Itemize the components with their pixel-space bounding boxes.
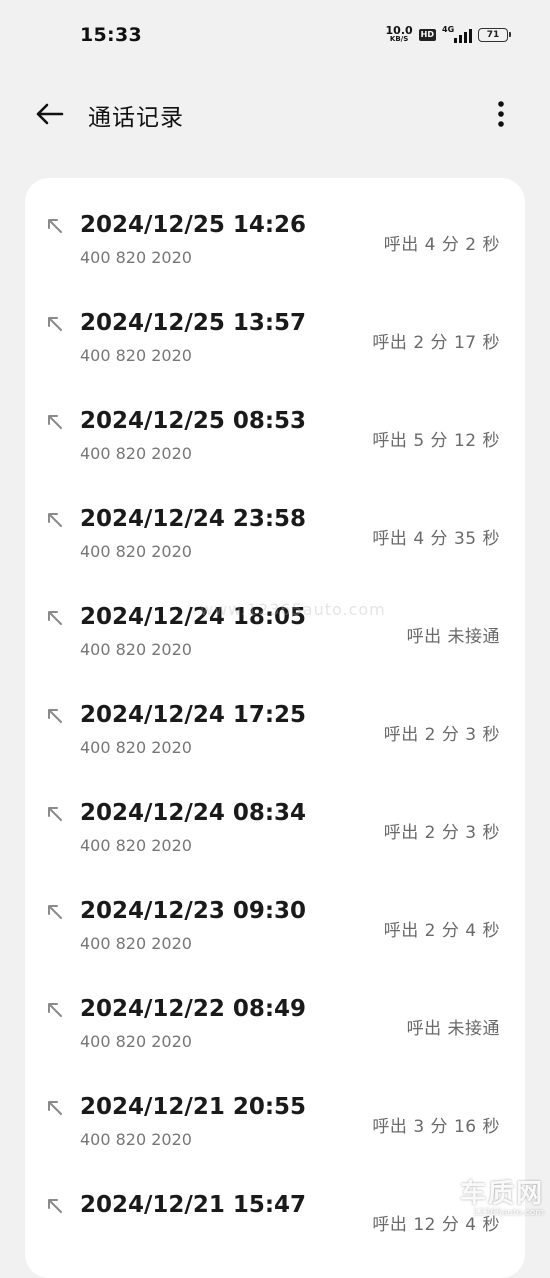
outgoing-call-icon <box>48 1003 62 1017</box>
status-time: 15:33 <box>80 24 142 46</box>
outgoing-call-icon <box>48 709 62 723</box>
call-log-list: 2024/12/25 14:26 400 820 2020 呼出 4 分 2 秒… <box>25 178 525 1278</box>
network-type: 4G <box>442 25 455 34</box>
call-status: 呼出 2 分 3 秒 <box>383 725 500 745</box>
app-header: 通话记录 <box>0 80 550 148</box>
call-status: 呼出 2 分 4 秒 <box>383 921 500 941</box>
call-log-item[interactable]: 2024/12/24 17:25 400 820 2020 呼出 2 分 3 秒 <box>25 668 525 766</box>
call-datetime: 2024/12/22 08:49 <box>80 996 307 1022</box>
call-number: 400 820 2020 <box>80 444 192 463</box>
call-status: 呼出 5 分 12 秒 <box>372 431 500 451</box>
call-status: 呼出 12 分 4 秒 <box>372 1215 500 1235</box>
status-icons: 10.0 KB/S HD 4G 71 <box>385 24 511 44</box>
call-datetime: 2024/12/25 13:57 <box>80 310 307 336</box>
call-status: 呼出 2 分 17 秒 <box>372 333 500 353</box>
call-number: 400 820 2020 <box>80 738 192 757</box>
outgoing-call-icon <box>48 513 62 527</box>
call-log-item[interactable]: 2024/12/25 08:53 400 820 2020 呼出 5 分 12 … <box>25 374 525 472</box>
call-status: 呼出 未接通 <box>406 1019 500 1039</box>
call-number: 400 820 2020 <box>80 248 192 267</box>
outgoing-call-icon <box>48 1199 62 1213</box>
call-log-item[interactable]: 2024/12/25 13:57 400 820 2020 呼出 2 分 17 … <box>25 276 525 374</box>
call-number: 400 820 2020 <box>80 934 192 953</box>
call-number: 400 820 2020 <box>80 346 192 365</box>
network-speed: 10.0 KB/S <box>385 24 413 44</box>
outgoing-call-icon <box>48 415 62 429</box>
outgoing-call-icon <box>48 611 62 625</box>
call-log-item[interactable]: 2024/12/22 08:49 400 820 2020 呼出 未接通 <box>25 962 525 1060</box>
call-status: 呼出 未接通 <box>406 627 500 647</box>
call-log-item[interactable]: 2024/12/24 08:34 400 820 2020 呼出 2 分 3 秒 <box>25 766 525 864</box>
call-datetime: 2024/12/21 20:55 <box>80 1094 307 1120</box>
hd-icon: HD <box>418 29 436 41</box>
call-number: 400 820 2020 <box>80 1032 192 1051</box>
call-datetime: 2024/12/25 14:26 <box>80 212 307 238</box>
call-datetime: 2024/12/25 08:53 <box>80 408 307 434</box>
more-button[interactable] <box>486 96 516 132</box>
battery-level: 71 <box>486 30 500 40</box>
call-log-item[interactable]: 2024/12/24 23:58 400 820 2020 呼出 4 分 35 … <box>25 472 525 570</box>
back-button[interactable] <box>30 96 68 132</box>
outgoing-call-icon <box>48 1101 62 1115</box>
call-status: 呼出 3 分 16 秒 <box>372 1117 500 1137</box>
call-datetime: 2024/12/24 17:25 <box>80 702 307 728</box>
outgoing-call-icon <box>48 317 62 331</box>
battery-icon: 71 <box>478 28 511 42</box>
call-log-item[interactable]: 2024/12/25 14:26 400 820 2020 呼出 4 分 2 秒 <box>25 178 525 276</box>
call-datetime: 2024/12/24 23:58 <box>80 506 307 532</box>
call-number: 400 820 2020 <box>80 640 192 659</box>
call-datetime: 2024/12/23 09:30 <box>80 898 307 924</box>
outgoing-call-icon <box>48 219 62 233</box>
call-log-item[interactable]: 2024/12/24 18:05 400 820 2020 呼出 未接通 <box>25 570 525 668</box>
signal-icon: 4G <box>442 25 472 43</box>
arrow-left-icon <box>36 103 64 125</box>
outgoing-call-icon <box>48 905 62 919</box>
call-datetime: 2024/12/24 08:34 <box>80 800 307 826</box>
call-log-item[interactable]: 2024/12/23 09:30 400 820 2020 呼出 2 分 4 秒 <box>25 864 525 962</box>
call-status: 呼出 2 分 3 秒 <box>383 823 500 843</box>
more-vertical-icon <box>498 101 504 127</box>
call-number: 400 820 2020 <box>80 542 192 561</box>
call-number: 400 820 2020 <box>80 836 192 855</box>
call-status: 呼出 4 分 35 秒 <box>372 529 500 549</box>
call-status: 呼出 4 分 2 秒 <box>383 235 500 255</box>
page-title: 通话记录 <box>88 105 184 131</box>
network-speed-value: 10.0 <box>385 24 413 37</box>
network-speed-unit: KB/S <box>389 35 409 43</box>
call-number: 400 820 2020 <box>80 1130 192 1149</box>
call-log-item[interactable]: 2024/12/21 15:47 呼出 12 分 4 秒 <box>25 1158 525 1256</box>
call-datetime: 2024/12/21 15:47 <box>80 1192 307 1218</box>
call-datetime: 2024/12/24 18:05 <box>80 604 307 630</box>
call-log-item[interactable]: 2024/12/21 20:55 400 820 2020 呼出 3 分 16 … <box>25 1060 525 1158</box>
status-bar: 15:33 10.0 KB/S HD 4G 71 <box>0 0 550 72</box>
outgoing-call-icon <box>48 807 62 821</box>
